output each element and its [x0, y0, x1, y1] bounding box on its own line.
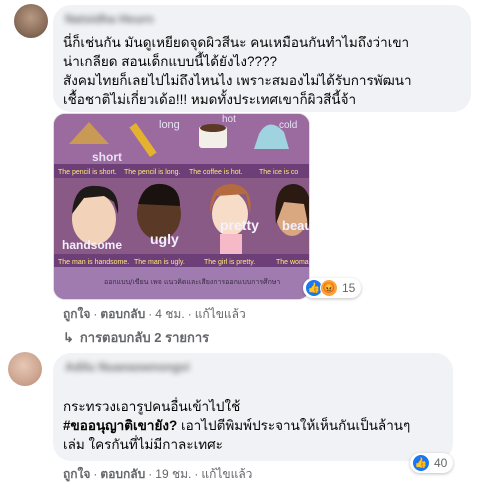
comment-bubble: Adilu Nuanaswnsngvi กระทรวงเอารูปคนอื่นเ… — [53, 353, 453, 461]
comment-bubble: Natsidha Heurn นี่ก็เช่นกัน มันดูเหยียดจ… — [53, 5, 471, 112]
edited-label: แก้ไขแล้ว — [201, 467, 253, 481]
image-word: short — [92, 150, 122, 164]
reaction-summary[interactable]: 👍 😡 15 — [303, 278, 362, 298]
comment-text: กระทรวงเอารูปคนอื่นเข้าไปใช้ #ขออนุญาติเ… — [63, 397, 410, 454]
image-word: pretty — [220, 217, 259, 233]
like-reaction-icon: 👍 — [412, 454, 430, 472]
comment-author[interactable]: Natsidha Heurn — [65, 12, 154, 26]
avatar[interactable] — [14, 4, 48, 38]
avatar[interactable] — [8, 352, 42, 386]
image-word: handsome — [62, 238, 122, 252]
image-word: cold — [279, 120, 297, 131]
reply-link[interactable]: ตอบกลับ — [100, 467, 145, 481]
comment-line: เล่ม ใครกันที่ไม่มีกาละเทศะ — [63, 437, 223, 452]
image-word: beau — [282, 218, 309, 233]
comment-author[interactable]: Adilu Nuanaswnsngvi — [65, 360, 190, 374]
reply-arrow-icon: ↳ — [63, 330, 74, 345]
image-caption: The coffee is hot. — [189, 169, 243, 176]
comment-line: สังคมไทยก็เลยไปไม่ถึงไหนไง เพราะสมองไม่ไ… — [63, 73, 412, 88]
comment-line: น่าเกลียด สอนเด็กแบบนี้ได้ยังไง???? — [63, 54, 277, 69]
like-link[interactable]: ถูกใจ — [63, 307, 90, 321]
image-caption: The pencil is long. — [124, 169, 180, 176]
comment-line: กระทรวงเอารูปคนอื่นเข้าไปใช้ — [63, 399, 241, 414]
image-caption: The girl is pretty. — [204, 259, 255, 266]
view-replies-link[interactable]: ↳ การตอบกลับ 2 รายการ — [63, 327, 209, 348]
image-caption: The pencil is short. — [58, 169, 117, 176]
comment-text: นี่ก็เช่นกัน มันดูเหยียดจุดผิวสีนะ คนเหม… — [63, 33, 412, 109]
comment-actions: ถูกใจ · ตอบกลับ · 4 ชม. · แก้ไขแล้ว — [63, 307, 246, 321]
image-word: ugly — [150, 231, 179, 247]
timestamp[interactable]: 19 ชม. — [155, 467, 191, 481]
like-link[interactable]: ถูกใจ — [63, 467, 90, 481]
image-footer: ออกแบบ/เขียน เพจ แนวคิดและเสียงการออกแบบ… — [104, 277, 280, 286]
angry-reaction-icon: 😡 — [320, 279, 338, 297]
reply-link[interactable]: ตอบกลับ — [100, 307, 145, 321]
timestamp[interactable]: 4 ชม. — [155, 307, 184, 321]
comment-line: นี่ก็เช่นกัน มันดูเหยียดจุดผิวสีนะ คนเหม… — [63, 35, 410, 50]
image-caption: The man is ugly. — [134, 259, 185, 266]
replies-label: การตอบกลับ 2 รายการ — [79, 330, 210, 345]
image-caption: The woma — [276, 259, 309, 266]
reaction-count: 15 — [342, 281, 356, 295]
reaction-count: 40 — [434, 456, 448, 470]
comment-attachment-image[interactable]: short long hot cold The pencil is short.… — [53, 113, 310, 300]
comment-line: #ขออนุญาติเขายัง? เอาไปตีพิมพ์ประจานให้เ… — [63, 416, 410, 435]
image-word: hot — [222, 114, 236, 125]
comment-line: เชื้อชาติไม่เกี่ยวเด้อ!!! หมดทั้งประเทศเ… — [63, 92, 357, 107]
image-caption: The man is handsome. — [58, 259, 129, 266]
comment-line-rest: เอาไปตีพิมพ์ประจานให้เห็นกันเป็นล้านๆ — [177, 418, 411, 433]
hashtag-link[interactable]: #ขออนุญาติเขายัง? — [63, 418, 177, 433]
image-caption: The ice is co — [259, 169, 298, 176]
edited-label: แก้ไขแล้ว — [194, 307, 246, 321]
reaction-summary[interactable]: 👍 40 — [410, 453, 454, 473]
image-word: long — [159, 119, 180, 131]
comment-actions: ถูกใจ · ตอบกลับ · 19 ชม. · แก้ไขแล้ว — [63, 467, 253, 481]
